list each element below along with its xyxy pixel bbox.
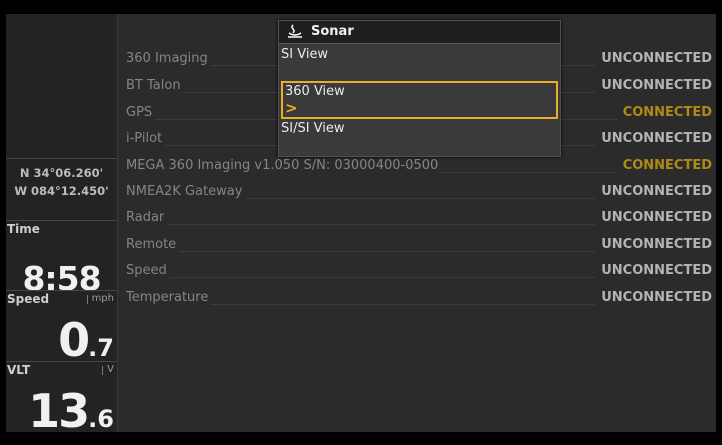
device-name: 360 Imaging bbox=[126, 51, 211, 66]
menu-item-si-view[interactable]: SI View bbox=[281, 47, 328, 62]
voltage-value-dec: .6 bbox=[88, 405, 114, 432]
device-status: CONNECTED bbox=[616, 158, 712, 173]
menu-item-si-si-view[interactable]: SI/SI View bbox=[281, 121, 345, 136]
voltage-unit: V bbox=[102, 364, 114, 375]
device-name: i-Pilot bbox=[126, 131, 166, 146]
device-status-screen: N 34°06.260' W 084°12.450' Time 8:58 Spe… bbox=[6, 14, 716, 432]
device-name: MEGA 360 Imaging v1.050 S/N: 03000400-05… bbox=[126, 158, 442, 173]
device-status: UNCONNECTED bbox=[595, 263, 712, 278]
sonar-view-menu: Sonar SI View 360 View > SI/SI View bbox=[278, 20, 561, 157]
menu-item-360-view[interactable]: 360 View > bbox=[281, 81, 558, 119]
device-row-nmea2k-gateway[interactable]: NMEA2K Gateway UNCONNECTED bbox=[126, 181, 712, 207]
device-row-temperature[interactable]: Temperature UNCONNECTED bbox=[126, 287, 712, 313]
time-tile[interactable]: Time 8:58 bbox=[6, 220, 117, 298]
speed-tile[interactable]: Speed mph 0.7 bbox=[6, 290, 117, 367]
device-status: UNCONNECTED bbox=[595, 78, 712, 93]
device-row-speed[interactable]: Speed UNCONNECTED bbox=[126, 260, 712, 286]
device-status: CONNECTED bbox=[616, 105, 712, 120]
device-status: UNCONNECTED bbox=[595, 51, 712, 66]
speed-value-int: 0 bbox=[58, 313, 90, 367]
device-status: UNCONNECTED bbox=[595, 131, 712, 146]
device-name: Radar bbox=[126, 210, 168, 225]
device-name: NMEA2K Gateway bbox=[126, 184, 246, 199]
menu-header: Sonar bbox=[279, 21, 560, 44]
device-row-remote[interactable]: Remote UNCONNECTED bbox=[126, 234, 712, 260]
side-data-panel: N 34°06.260' W 084°12.450' Time 8:58 Spe… bbox=[6, 14, 118, 432]
speed-label: Speed bbox=[7, 292, 50, 306]
menu-item-label: 360 View bbox=[285, 84, 345, 99]
device-status: UNCONNECTED bbox=[595, 184, 712, 199]
device-status: UNCONNECTED bbox=[595, 237, 712, 252]
device-row-radar[interactable]: Radar UNCONNECTED bbox=[126, 207, 712, 233]
device-name: Remote bbox=[126, 237, 180, 252]
device-row-mega-360-imaging[interactable]: MEGA 360 Imaging v1.050 S/N: 03000400-05… bbox=[126, 155, 712, 181]
voltage-label: VLT bbox=[7, 363, 31, 377]
speed-value: 0.7 bbox=[58, 313, 114, 367]
device-name: BT Talon bbox=[126, 78, 184, 93]
voltage-value: 13.6 bbox=[28, 384, 114, 432]
device-name: Temperature bbox=[126, 290, 212, 305]
gps-coordinates: N 34°06.260' W 084°12.450' bbox=[6, 158, 117, 207]
device-name: Speed bbox=[126, 263, 170, 278]
device-status: UNCONNECTED bbox=[595, 290, 712, 305]
voltage-value-int: 13 bbox=[28, 384, 90, 432]
latitude: N 34°06.260' bbox=[19, 166, 104, 180]
voltage-tile[interactable]: VLT V 13.6 bbox=[6, 361, 117, 432]
menu-title: Sonar bbox=[311, 24, 354, 39]
speed-value-dec: .7 bbox=[88, 334, 114, 362]
chevron-right-icon: > bbox=[285, 99, 298, 117]
time-label: Time bbox=[7, 222, 40, 236]
device-name: GPS bbox=[126, 105, 156, 120]
speed-unit: mph bbox=[86, 293, 114, 304]
device-status: UNCONNECTED bbox=[595, 210, 712, 225]
sonar-icon bbox=[288, 24, 302, 38]
longitude: W 084°12.450' bbox=[14, 184, 109, 198]
